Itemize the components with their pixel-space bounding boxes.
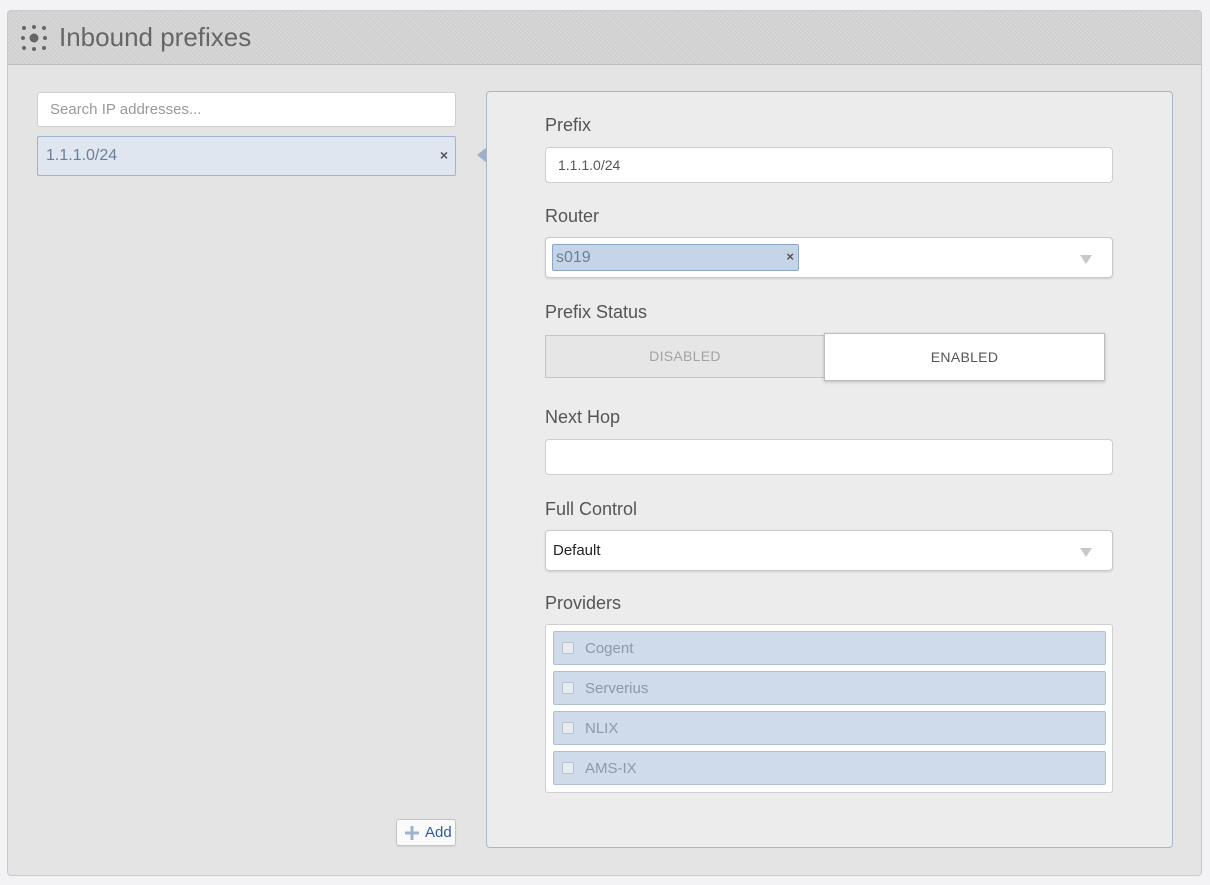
full-control-select[interactable]: Default: [545, 530, 1113, 571]
prefix-list-item-label: 1.1.1.0/24: [46, 147, 118, 164]
next-hop-input[interactable]: [545, 439, 1113, 475]
provider-label: AMS-IX: [585, 760, 637, 777]
dropdown-arrow-icon: [1080, 255, 1092, 264]
provider-checkbox[interactable]: [562, 762, 574, 774]
add-button[interactable]: Add: [396, 819, 456, 846]
provider-item-nlix[interactable]: NLIX: [553, 711, 1106, 745]
full-control-label: Full Control: [545, 499, 638, 519]
remove-icon[interactable]: ×: [786, 249, 794, 264]
provider-item-cogent[interactable]: Cogent: [553, 631, 1106, 665]
provider-checkbox[interactable]: [562, 722, 574, 734]
provider-label: Serverius: [585, 680, 649, 697]
dots-cluster-icon: [21, 25, 47, 51]
full-control-value: Default: [553, 542, 601, 559]
search-input[interactable]: [37, 92, 456, 127]
providers-label: Providers: [545, 593, 622, 613]
router-label: Router: [545, 206, 600, 226]
provider-checkbox[interactable]: [562, 642, 574, 654]
prefix-input[interactable]: [545, 147, 1113, 183]
prefix-label: Prefix: [545, 115, 592, 135]
provider-item-ams-ix[interactable]: AMS-IX: [553, 751, 1106, 785]
provider-item-serverius[interactable]: Serverius: [553, 671, 1106, 705]
remove-icon[interactable]: ×: [440, 147, 448, 163]
page-title: Inbound prefixes: [59, 22, 252, 52]
provider-label: Cogent: [585, 640, 634, 657]
status-disabled-option[interactable]: DISABLED: [545, 335, 825, 378]
next-hop-label: Next Hop: [545, 407, 621, 427]
status-enabled-option[interactable]: ENABLED: [824, 333, 1105, 381]
main-panel: Inbound prefixes 1.1.1.0/24 × Add Prefix…: [7, 10, 1202, 876]
prefix-status-label: Prefix Status: [545, 302, 648, 322]
prefix-form: Prefix Router s019 × Prefix Status DISAB…: [486, 91, 1173, 848]
provider-label: NLIX: [585, 720, 619, 737]
prefix-list-item[interactable]: 1.1.1.0/24 ×: [37, 136, 456, 176]
dropdown-arrow-icon: [1080, 548, 1092, 557]
panel-header: Inbound prefixes: [8, 11, 1201, 65]
provider-checkbox[interactable]: [562, 682, 574, 694]
plus-icon: [405, 826, 419, 840]
providers-list: Cogent Serverius NLIX AMS-IX: [545, 624, 1113, 793]
add-button-label: Add: [425, 824, 452, 841]
router-tag-label: s019: [556, 249, 591, 266]
router-tag: s019 ×: [552, 244, 799, 271]
router-select[interactable]: s019 ×: [545, 237, 1113, 278]
